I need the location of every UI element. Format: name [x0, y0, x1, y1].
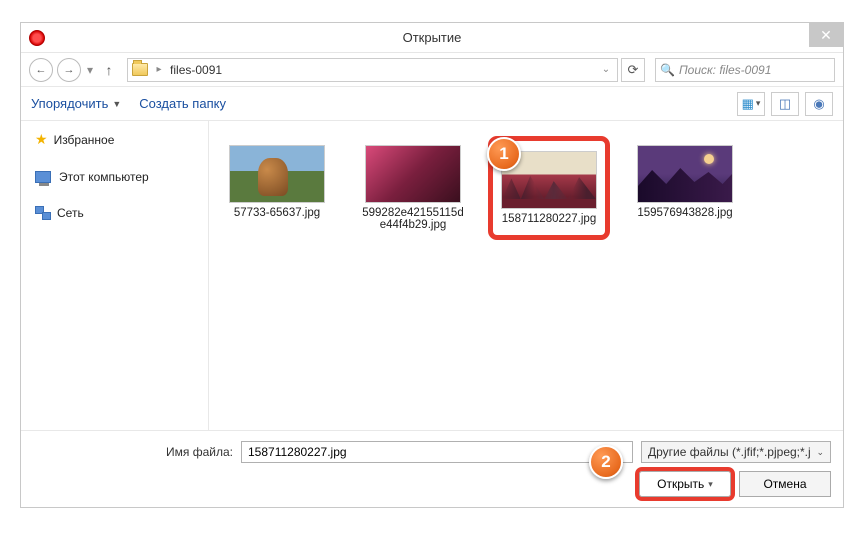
dialog-title: Открытие [21, 30, 843, 45]
cancel-button[interactable]: Отмена [739, 471, 831, 497]
sidebar: ★ Избранное Этот компьютер Сеть [21, 121, 209, 430]
file-name: 57733-65637.jpg [234, 207, 320, 219]
up-button[interactable]: ↑ [99, 60, 119, 80]
cancel-label: Отмена [763, 477, 806, 491]
close-button[interactable]: ✕ [809, 23, 843, 47]
new-folder-button[interactable]: Создать папку [139, 96, 226, 111]
nav-bar: ← → ▾ ↑ ▸ files-0091 ⌄ ⟳ 🔍 Поиск: files-… [21, 53, 843, 87]
open-button[interactable]: Открыть ▾ [639, 471, 731, 497]
annotation-badge-1: 1 [487, 137, 521, 171]
bottom-bar: Имя файла: Другие файлы (*.jfif;*.pjpeg;… [21, 430, 843, 507]
outer-frame: Открытие ✕ ← → ▾ ↑ ▸ files-0091 ⌄ ⟳ 🔍 По… [0, 0, 864, 544]
image-thumbnail [365, 145, 461, 203]
search-placeholder: Поиск: files-0091 [679, 63, 771, 77]
network-icon [35, 206, 51, 220]
buttons-row: Открыть ▾ Отмена [33, 471, 831, 497]
file-open-dialog: Открытие ✕ ← → ▾ ↑ ▸ files-0091 ⌄ ⟳ 🔍 По… [20, 22, 844, 508]
close-icon: ✕ [820, 27, 832, 44]
computer-icon [35, 171, 51, 183]
forward-button[interactable]: → [57, 58, 81, 82]
files-pane[interactable]: 57733-65637.jpg 599282e42155115de44f4b29… [209, 121, 843, 430]
sidebar-item-this-pc[interactable]: Этот компьютер [29, 166, 200, 188]
chevron-right-icon[interactable]: ▸ [152, 59, 166, 81]
search-input[interactable]: 🔍 Поиск: files-0091 [655, 58, 835, 82]
sidebar-item-favorites[interactable]: ★ Избранное [29, 127, 200, 152]
body-area: ★ Избранное Этот компьютер Сеть 57733-65 [21, 121, 843, 430]
network-label: Сеть [57, 206, 84, 220]
filename-label: Имя файла: [33, 445, 233, 459]
open-label: Открыть [657, 477, 704, 491]
organize-label: Упорядочить [31, 96, 108, 111]
filetype-dropdown[interactable]: Другие файлы (*.jfif;*.pjpeg;*.j ⌄ [641, 441, 831, 463]
star-icon: ★ [35, 131, 48, 148]
image-thumbnail [637, 145, 733, 203]
folder-icon [132, 63, 148, 76]
chevron-down-icon: ▼ [112, 99, 121, 109]
toolbar: Упорядочить ▼ Создать папку ▦▾ ◫ ◉ [21, 87, 843, 121]
annotation-badge-2: 2 [589, 445, 623, 479]
filename-row: Имя файла: Другие файлы (*.jfif;*.pjpeg;… [33, 441, 831, 463]
file-name: 158711280227.jpg [502, 213, 596, 225]
chevron-down-icon: ⌄ [816, 447, 824, 458]
file-item[interactable]: 159576943828.jpg [629, 141, 741, 223]
current-folder: files-0091 [170, 63, 222, 77]
back-button[interactable]: ← [29, 58, 53, 82]
favorites-label: Избранное [54, 133, 115, 147]
filename-input[interactable] [241, 441, 633, 463]
titlebar: Открытие ✕ [21, 23, 843, 53]
file-name: 599282e42155115de44f4b29.jpg [361, 207, 465, 231]
file-item[interactable]: 599282e42155115de44f4b29.jpg [357, 141, 469, 235]
this-pc-label: Этот компьютер [59, 170, 149, 184]
view-buttons: ▦▾ ◫ ◉ [737, 92, 833, 116]
address-bar[interactable]: ▸ files-0091 ⌄ [127, 58, 618, 82]
search-icon: 🔍 [660, 63, 675, 77]
view-grid-button[interactable]: ◫ [771, 92, 799, 116]
new-folder-label: Создать папку [139, 96, 226, 111]
file-item[interactable]: 57733-65637.jpg [221, 141, 333, 223]
chevron-down-icon[interactable]: ⌄ [599, 59, 613, 81]
file-name: 159576943828.jpg [637, 207, 732, 219]
view-thumbnails-button[interactable]: ▦▾ [737, 92, 765, 116]
sidebar-item-network[interactable]: Сеть [29, 202, 200, 224]
filetype-text: Другие файлы (*.jfif;*.pjpeg;*.j [648, 445, 811, 459]
nav-separator: ▾ [87, 63, 93, 77]
image-thumbnail [229, 145, 325, 203]
refresh-button[interactable]: ⟳ [621, 58, 645, 82]
split-chevron-icon: ▾ [708, 479, 713, 490]
help-button[interactable]: ◉ [805, 92, 833, 116]
organize-menu[interactable]: Упорядочить ▼ [31, 96, 121, 111]
